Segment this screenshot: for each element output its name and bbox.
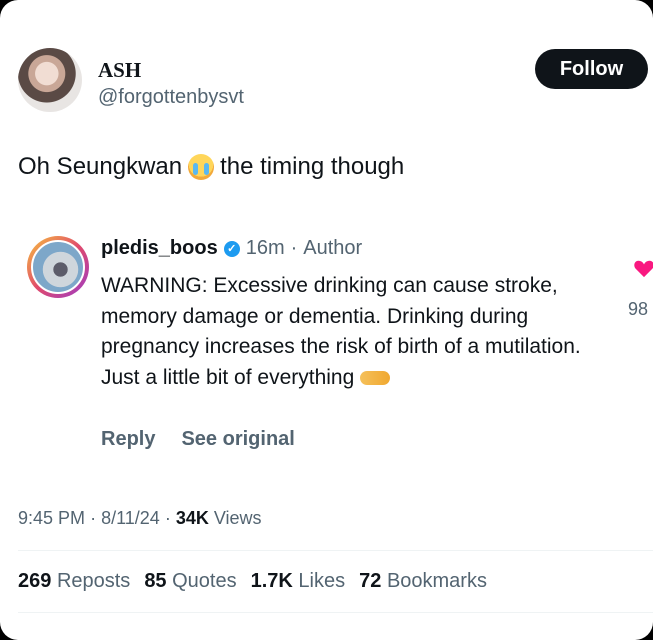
- quoted-actions: Reply See original: [101, 428, 295, 451]
- quotes-count: 85: [144, 570, 167, 592]
- reply-link[interactable]: Reply: [101, 428, 155, 451]
- bookmarks-label: Bookmarks: [386, 570, 487, 592]
- likes-label: Likes: [298, 570, 346, 592]
- reposts-count: 269: [18, 570, 52, 592]
- quotes-label: Quotes: [172, 570, 237, 592]
- verified-badge-icon: ✓: [223, 240, 240, 257]
- divider: [18, 550, 653, 551]
- see-original-link[interactable]: See original: [181, 428, 294, 451]
- bookmarks-stat[interactable]: 72 Bookmarks: [359, 570, 487, 593]
- likes-count: 1.7K: [250, 570, 293, 592]
- follow-button[interactable]: Follow: [535, 49, 648, 89]
- separator: ·: [290, 237, 298, 259]
- bookmarks-count: 72: [359, 570, 382, 592]
- views-label: Views: [213, 508, 262, 528]
- reposts-label: Reposts: [56, 570, 131, 592]
- tweet-text-end: the timing though: [220, 153, 405, 180]
- author-tag: Author: [303, 237, 363, 259]
- quoted-avatar[interactable]: [27, 236, 89, 298]
- post-time[interactable]: 9:45 PM: [18, 508, 85, 528]
- quoted-body: WARNING: Excessive drinking can cause st…: [101, 271, 621, 393]
- heart-icon[interactable]: [633, 258, 653, 278]
- display-name[interactable]: ASH: [98, 58, 141, 83]
- reposts-stat[interactable]: 269 Reposts: [18, 570, 130, 593]
- user-handle[interactable]: @forgottenbysvt: [98, 86, 244, 109]
- quoted-body-text: WARNING: Excessive drinking can cause st…: [101, 274, 581, 389]
- avatar[interactable]: [18, 48, 82, 112]
- post-date[interactable]: 8/11/24: [101, 508, 160, 528]
- tweet-text-start: Oh Seungkwan: [18, 153, 183, 180]
- timestamp: 9:45 PM · 8/11/24 · 34K Views: [18, 508, 262, 528]
- loudly-crying-face-icon: [188, 154, 215, 180]
- quoted-time: 16m: [245, 237, 285, 259]
- quoted-header: pledis_boos ✓ 16m · Author: [101, 237, 362, 260]
- tweet-text: Oh Seungkwan the timing though: [18, 153, 404, 181]
- quotes-stat[interactable]: 85 Quotes: [144, 570, 236, 593]
- views-count: 34K: [175, 508, 209, 528]
- tweet-card: ASH @forgottenbysvt Follow Oh Seungkwan …: [0, 0, 653, 640]
- handshake-icon: [360, 369, 391, 387]
- likes-stat[interactable]: 1.7K Likes: [251, 570, 346, 593]
- divider: [18, 612, 653, 613]
- engagement-stats: 269 Reposts 85 Quotes 1.7K Likes 72 Book…: [18, 570, 487, 593]
- quoted-username[interactable]: pledis_boos: [101, 237, 218, 260]
- quoted-avatar-image: [31, 240, 85, 294]
- quoted-like-count: 98: [628, 299, 649, 319]
